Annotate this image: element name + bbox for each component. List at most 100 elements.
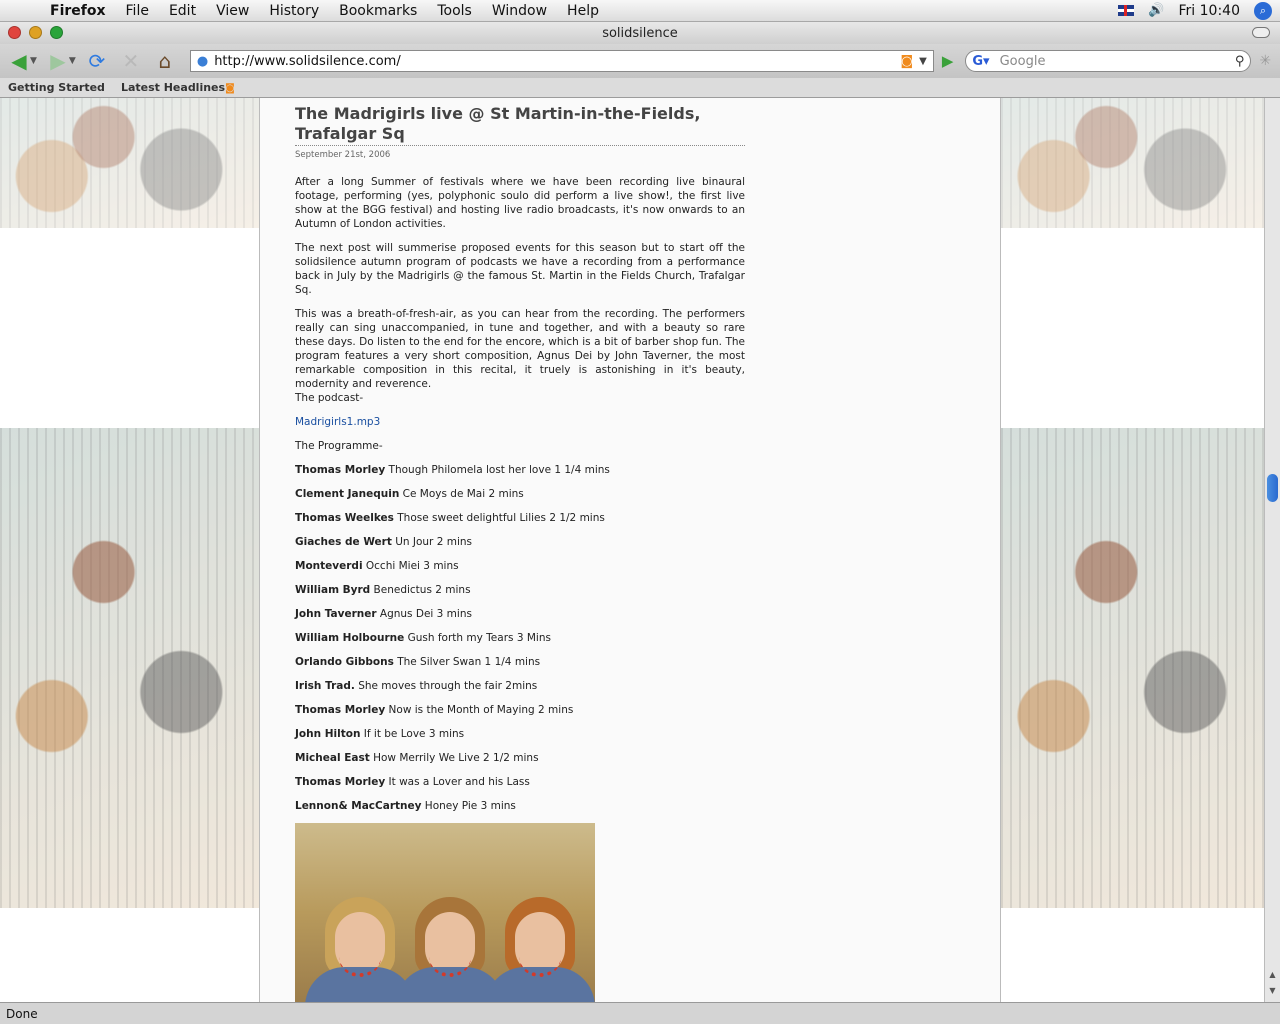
scrollbar-thumb[interactable] xyxy=(1267,474,1278,502)
programme-item: John Hilton If it be Love 3 mins xyxy=(295,727,745,741)
programme-item: Thomas Morley Though Philomela lost her … xyxy=(295,463,745,477)
input-language-flag-icon[interactable] xyxy=(1118,5,1135,16)
url-bar[interactable]: ● http://www.solidsilence.com/ ◙ ▼ xyxy=(189,50,934,72)
programme-item: Clement Janequin Ce Moys de Mai 2 mins xyxy=(295,487,745,501)
reload-icon[interactable]: ⟳ xyxy=(82,48,112,74)
programme-piece: The Silver Swan 1 1/4 mins xyxy=(397,656,541,668)
programme-composer: John Taverner xyxy=(295,608,377,620)
minimize-window-button[interactable] xyxy=(29,26,42,39)
programme-item: Thomas Weelkes Those sweet delightful Li… xyxy=(295,511,745,525)
search-box[interactable]: G▾ Google ⚲ xyxy=(965,50,1252,72)
status-bar: Done xyxy=(0,1002,1280,1024)
magnifier-icon[interactable]: ⚲ xyxy=(1235,54,1245,69)
window-title: solidsilence xyxy=(602,25,678,41)
toolbar-toggle-button[interactable] xyxy=(1252,27,1270,38)
programme-item: Thomas Morley It was a Lover and his Las… xyxy=(295,775,745,789)
programme-piece: Un Jour 2 mins xyxy=(395,536,472,548)
programme-piece: Those sweet delightful Lilies 2 1/2 mins xyxy=(397,512,605,524)
programme-piece: Though Philomela lost her love 1 1/4 min… xyxy=(388,464,610,476)
programme-composer: Thomas Morley xyxy=(295,464,386,476)
right-decorative-panel xyxy=(1001,98,1264,1002)
programme-composer: Giaches de Wert xyxy=(295,536,392,548)
scroll-down-arrow-icon[interactable]: ▼ xyxy=(1265,986,1280,1000)
menu-bar: Firefox File Edit View History Bookmarks… xyxy=(0,0,1280,22)
menu-file[interactable]: File xyxy=(116,3,159,19)
madrigirls-photo xyxy=(295,823,595,1002)
post-paragraph-3: This was a breath-of-fresh-air, as you c… xyxy=(295,308,745,390)
stop-icon[interactable]: ✕ xyxy=(116,48,146,74)
activity-throbber-icon: ✳ xyxy=(1259,53,1272,69)
rss-feed-icon[interactable]: ◙ xyxy=(901,54,914,69)
programme-item: John Taverner Agnus Dei 3 mins xyxy=(295,607,745,621)
bookmark-latest-headlines-label: Latest Headlines xyxy=(120,81,226,94)
programme-heading: The Programme- xyxy=(295,440,383,452)
menu-clock[interactable]: Fri 10:40 xyxy=(1179,3,1240,19)
menu-help[interactable]: Help xyxy=(557,3,609,19)
zoom-window-button[interactable] xyxy=(50,26,63,39)
programme-composer: Lennon& MacCartney xyxy=(295,800,422,812)
programme-item: William Holbourne Gush forth my Tears 3 … xyxy=(295,631,745,645)
go-arrow-icon[interactable]: ▶ xyxy=(942,52,954,70)
left-instrument-collage-top xyxy=(0,98,259,228)
bookmarks-toolbar: Getting Started Latest Headlines◙ xyxy=(0,78,1280,98)
right-instrument-collage xyxy=(1001,428,1264,908)
programme-list: Thomas Morley Though Philomela lost her … xyxy=(295,463,745,813)
menu-tools[interactable]: Tools xyxy=(427,3,482,19)
bookmark-getting-started[interactable]: Getting Started xyxy=(0,81,113,94)
programme-composer: Thomas Morley xyxy=(295,776,386,788)
programme-piece: Agnus Dei 3 mins xyxy=(379,608,472,620)
menu-view[interactable]: View xyxy=(206,3,259,19)
left-instrument-collage xyxy=(0,428,259,908)
programme-composer: John Hilton xyxy=(295,728,361,740)
programme-item: Monteverdi Occhi Miei 3 mins xyxy=(295,559,745,573)
podcast-mp3-link[interactable]: Madrigirls1.mp3 xyxy=(295,415,745,429)
spotlight-icon[interactable]: ⌕ xyxy=(1254,1,1272,20)
page-viewport: The Madrigirls live @ St Martin-in-the-F… xyxy=(0,98,1264,1002)
programme-item: Irish Trad. She moves through the fair 2… xyxy=(295,679,745,693)
podcast-label: The podcast- xyxy=(295,392,364,404)
scroll-up-arrow-icon[interactable]: ▲ xyxy=(1265,970,1280,984)
navigation-toolbar: ◀ ▼ ▶ ▼ ⟳ ✕ ⌂ ● http://www.solidsilence.… xyxy=(0,44,1280,78)
programme-composer: Clement Janequin xyxy=(295,488,400,500)
bookmark-latest-headlines[interactable]: Latest Headlines◙ xyxy=(113,81,243,94)
programme-piece: How Merrily We Live 2 1/2 mins xyxy=(373,752,539,764)
url-text[interactable]: http://www.solidsilence.com/ xyxy=(214,54,900,69)
left-decorative-panel xyxy=(0,98,259,1002)
blog-content-column: The Madrigirls live @ St Martin-in-the-F… xyxy=(259,98,1001,1002)
forward-history-dropdown-icon[interactable]: ▼ xyxy=(69,56,76,66)
programme-item: Giaches de Wert Un Jour 2 mins xyxy=(295,535,745,549)
post-paragraph-1: After a long Summer of festivals where w… xyxy=(295,176,745,230)
programme-piece: She moves through the fair 2mins xyxy=(358,680,538,692)
search-placeholder[interactable]: Google xyxy=(1000,54,1235,69)
menu-bookmarks[interactable]: Bookmarks xyxy=(329,3,427,19)
programme-item: William Byrd Benedictus 2 mins xyxy=(295,583,745,597)
programme-item: Orlando Gibbons The Silver Swan 1 1/4 mi… xyxy=(295,655,745,669)
site-globe-icon: ● xyxy=(196,53,209,69)
post-title[interactable]: The Madrigirls live @ St Martin-in-the-F… xyxy=(295,104,745,146)
google-engine-icon[interactable]: G▾ xyxy=(972,54,989,69)
programme-item: Lennon& MacCartney Honey Pie 3 mins xyxy=(295,799,745,813)
window-title-bar: solidsilence xyxy=(0,22,1280,44)
status-text: Done xyxy=(6,1006,38,1021)
programme-composer: Irish Trad. xyxy=(295,680,355,692)
programme-composer: Thomas Weelkes xyxy=(295,512,394,524)
close-window-button[interactable] xyxy=(8,26,21,39)
blog-post: The Madrigirls live @ St Martin-in-the-F… xyxy=(295,104,745,1002)
post-paragraph-2: The next post will summerise proposed ev… xyxy=(295,242,745,296)
menu-window[interactable]: Window xyxy=(482,3,557,19)
url-dropdown-icon[interactable]: ▼ xyxy=(919,56,927,67)
menu-edit[interactable]: Edit xyxy=(159,3,206,19)
programme-piece: It was a Lover and his Lass xyxy=(388,776,530,788)
menu-history[interactable]: History xyxy=(259,3,329,19)
vertical-scrollbar[interactable]: ▲ ▼ xyxy=(1264,98,1280,1002)
post-date: September 21st, 2006 xyxy=(295,150,391,160)
live-bookmark-rss-icon: ◙ xyxy=(225,83,235,94)
back-history-dropdown-icon[interactable]: ▼ xyxy=(30,56,37,66)
programme-piece: Benedictus 2 mins xyxy=(373,584,471,596)
home-icon[interactable]: ⌂ xyxy=(150,48,180,74)
volume-icon[interactable]: 🔊 xyxy=(1148,3,1164,18)
right-instrument-collage-top xyxy=(1001,98,1264,228)
programme-piece: Honey Pie 3 mins xyxy=(424,800,516,812)
programme-piece: Ce Moys de Mai 2 mins xyxy=(402,488,524,500)
app-menu[interactable]: Firefox xyxy=(40,3,116,19)
